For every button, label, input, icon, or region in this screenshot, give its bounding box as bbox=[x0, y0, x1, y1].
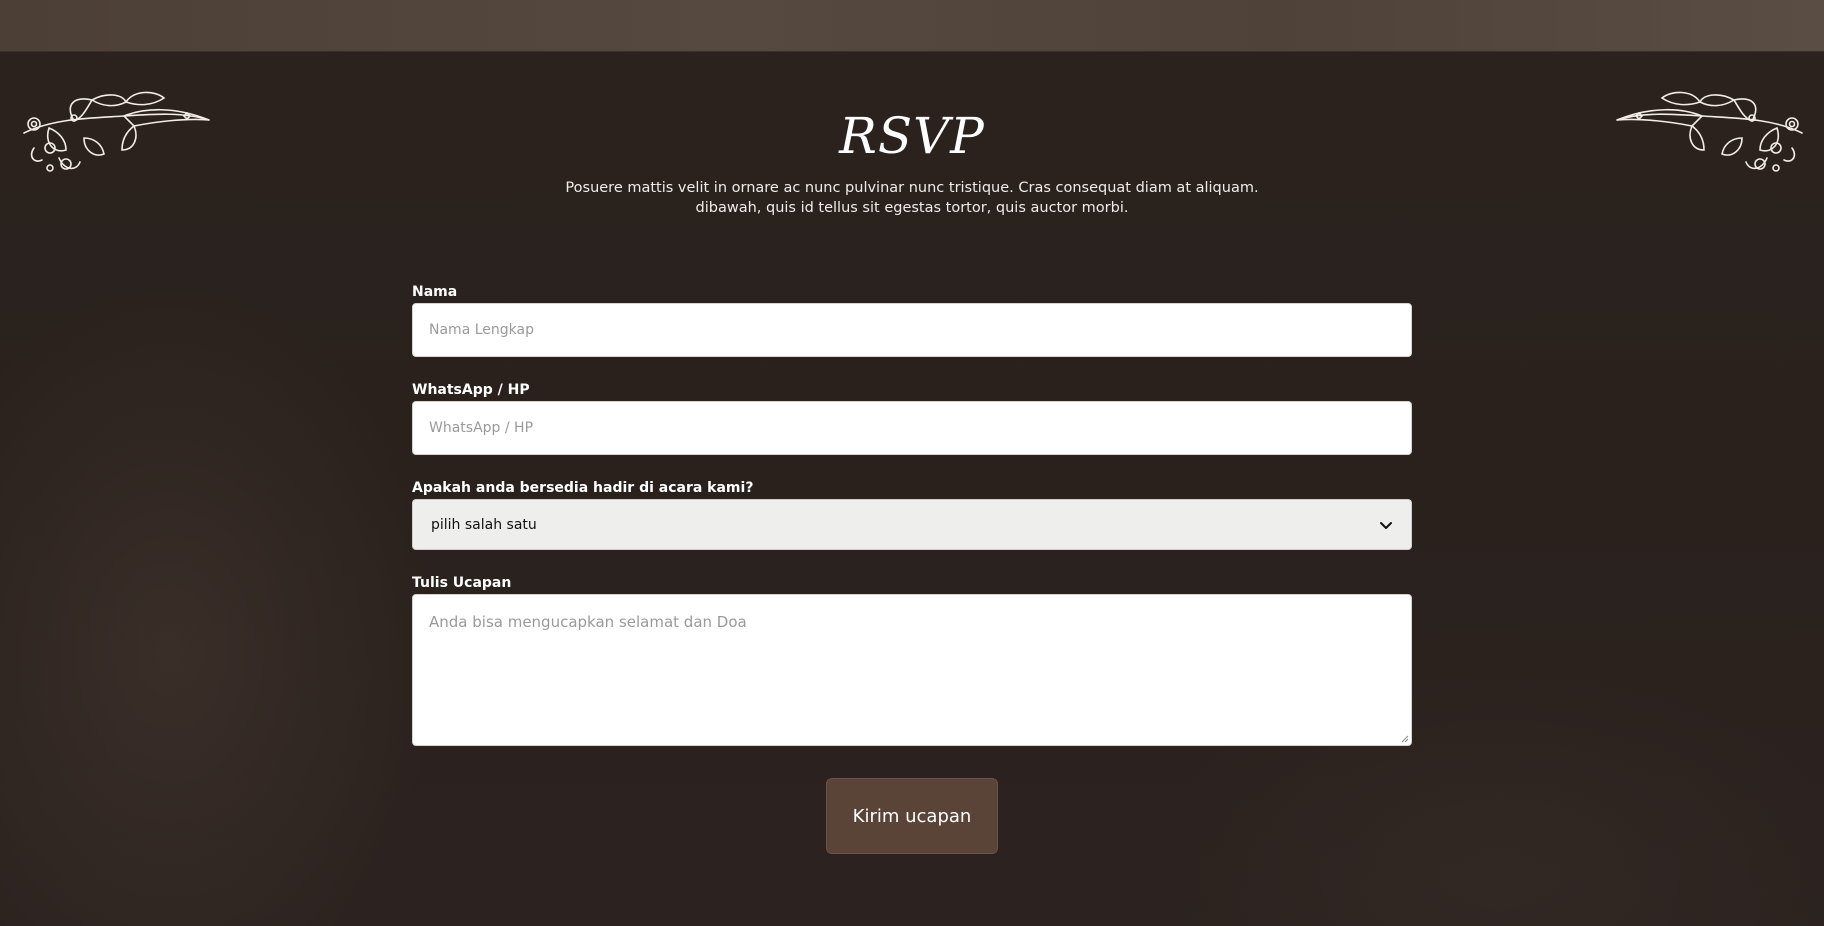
submit-button[interactable]: Kirim ucapan bbox=[826, 778, 998, 854]
message-textarea[interactable]: Anda bisa mengucapkan selamat dan Doa bbox=[412, 594, 1412, 746]
section-title: RSVP bbox=[839, 107, 985, 165]
subtitle-line: Posuere mattis velit in ornare ac nunc p… bbox=[565, 180, 1259, 196]
name-input[interactable] bbox=[412, 303, 1412, 357]
phone-label: WhatsApp / HP bbox=[412, 382, 530, 398]
attendance-selected-value: pilih salah satu bbox=[431, 516, 537, 533]
message-placeholder: Anda bisa mengucapkan selamat dan Doa bbox=[429, 613, 747, 631]
subtitle-line: dibawah, quis id tellus sit egestas tort… bbox=[695, 200, 1129, 216]
chevron-down-icon bbox=[1380, 521, 1392, 529]
phone-input[interactable] bbox=[412, 401, 1412, 455]
resize-handle-icon[interactable] bbox=[1399, 733, 1409, 743]
header-band bbox=[0, 0, 1824, 52]
name-label: Nama bbox=[412, 284, 458, 300]
attendance-label: Apakah anda bersedia hadir di acara kami… bbox=[412, 480, 754, 496]
section-subtitle: Posuere mattis velit in ornare ac nunc p… bbox=[562, 178, 1262, 218]
attendance-select[interactable]: pilih salah satu bbox=[412, 499, 1412, 550]
message-label: Tulis Ucapan bbox=[412, 575, 512, 591]
